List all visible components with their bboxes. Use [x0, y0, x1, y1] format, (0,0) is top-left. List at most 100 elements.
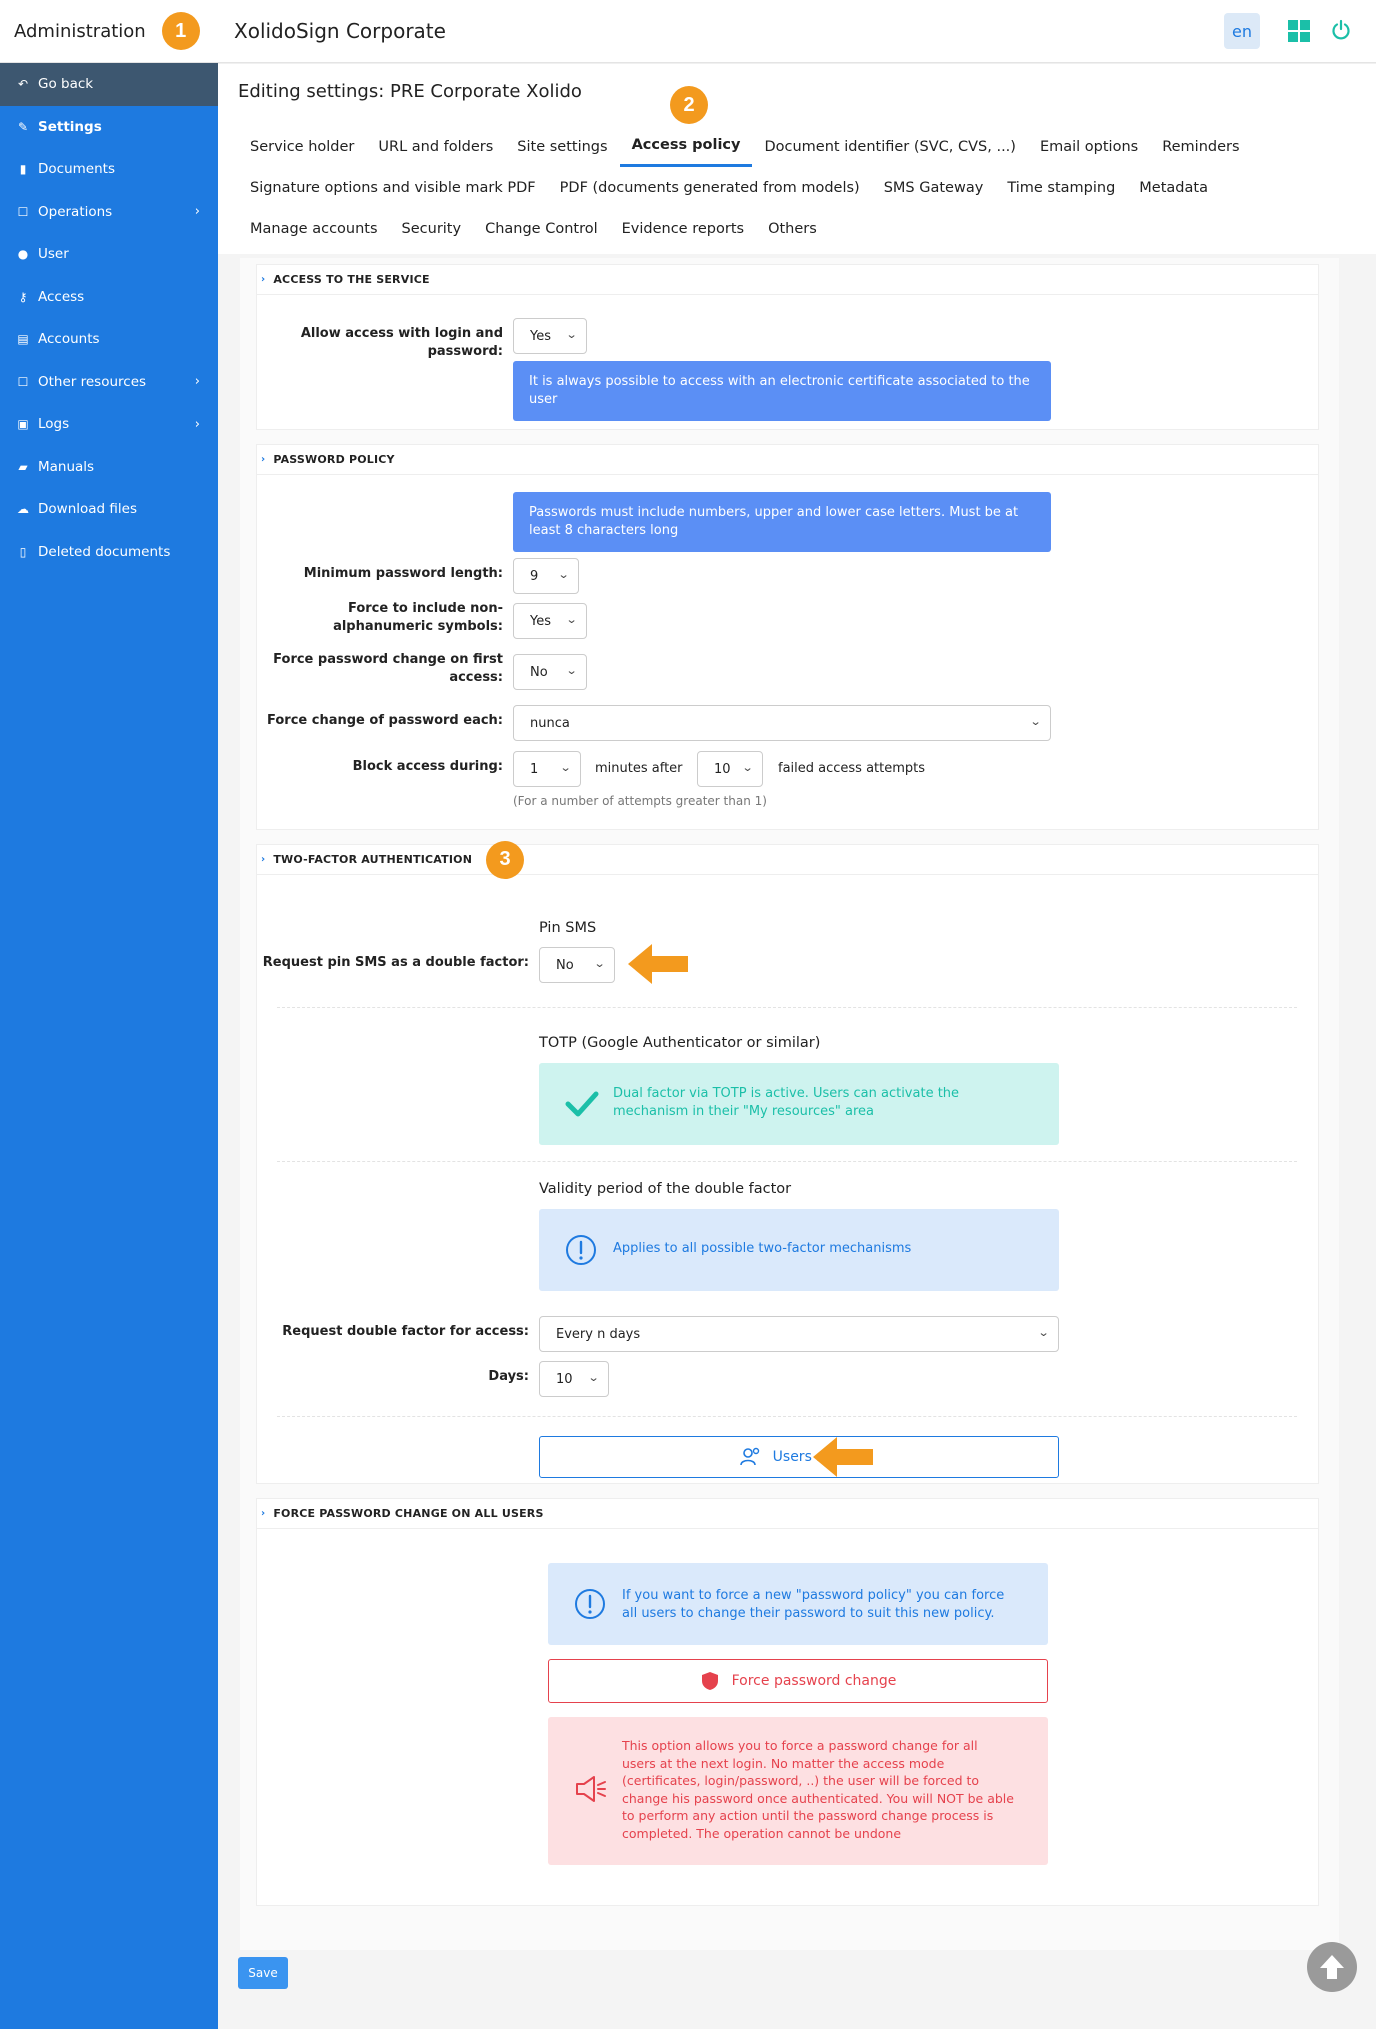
- tab-url-and-folders[interactable]: URL and folders: [366, 126, 505, 167]
- info-circle-icon: [575, 1589, 605, 1619]
- scroll-top-button[interactable]: [1307, 1942, 1357, 1992]
- settings-panel: › ACCESS TO THE SERVICE Allow access wit…: [240, 258, 1339, 1950]
- tab-change-control[interactable]: Change Control: [473, 208, 610, 249]
- tab-email-options[interactable]: Email options: [1028, 126, 1150, 167]
- apps-grid-icon[interactable]: [1288, 20, 1310, 42]
- block-access-label: Block access during:: [352, 759, 503, 774]
- sidebar-item-access[interactable]: ⚷ Access: [0, 276, 218, 319]
- sidebar-item-documents[interactable]: ▮ Documents: [0, 148, 218, 191]
- section-header[interactable]: › FORCE PASSWORD CHANGE ON ALL USERS: [257, 1499, 1318, 1529]
- first-access-label: Force password change on first access:: [273, 652, 503, 685]
- pin-sms-select[interactable]: No ⌄: [539, 947, 615, 983]
- check-icon: [565, 1091, 599, 1117]
- save-button[interactable]: Save: [238, 1957, 288, 1989]
- chevron-right-icon: ›: [194, 416, 200, 432]
- select-value: 10: [714, 761, 731, 777]
- force-warning-text: This option allows you to force a passwo…: [622, 1738, 1014, 1841]
- days-select[interactable]: 10 ⌄: [539, 1361, 609, 1397]
- sidebar-item-go-back[interactable]: ↶ Go back: [0, 63, 218, 106]
- select-value: 9: [530, 568, 539, 584]
- select-value: nunca: [530, 715, 570, 731]
- sidebar-item-download-files[interactable]: ☁ Download files: [0, 488, 218, 531]
- top-bar: XolidoSign Corporate en: [218, 0, 1376, 63]
- sidebar-item-other-resources[interactable]: ☐ Other resources ›: [0, 361, 218, 404]
- force-warning-box: This option allows you to force a passwo…: [548, 1717, 1048, 1865]
- tab-signature-options[interactable]: Signature options and visible mark PDF: [238, 167, 548, 208]
- tab-service-holder[interactable]: Service holder: [238, 126, 366, 167]
- caret-icon: ›: [261, 1508, 266, 1519]
- sidebar-item-label: Manuals: [38, 458, 95, 475]
- tab-others[interactable]: Others: [756, 208, 829, 249]
- totp-title: TOTP (Google Authenticator or similar): [539, 1035, 821, 1051]
- users-status-button[interactable]: Users status: [539, 1436, 1059, 1478]
- section-title: FORCE PASSWORD CHANGE ON ALL USERS: [273, 1507, 544, 1520]
- book-icon: ▰: [18, 459, 28, 474]
- sidebar-item-operations[interactable]: ☐ Operations ›: [0, 191, 218, 234]
- tab-sms-gateway[interactable]: SMS Gateway: [872, 167, 996, 208]
- sidebar-item-accounts[interactable]: ▤ Accounts: [0, 318, 218, 361]
- sidebar-item-logs[interactable]: ▣ Logs ›: [0, 403, 218, 446]
- page-title: Editing settings: PRE Corporate Xolido: [218, 64, 1376, 118]
- password-rules-info-box: Passwords must include numbers, upper an…: [513, 492, 1051, 552]
- section-header[interactable]: › PASSWORD POLICY: [257, 445, 1318, 475]
- select-value: 10: [556, 1371, 573, 1387]
- id-card-icon: ▤: [17, 332, 29, 347]
- select-value: No: [556, 957, 574, 973]
- tab-metadata[interactable]: Metadata: [1127, 167, 1220, 208]
- failed-attempts-select[interactable]: 10 ⌄: [697, 751, 763, 787]
- chevron-down-icon: ⌄: [1029, 715, 1042, 728]
- sidebar-item-settings[interactable]: ✎ Settings: [0, 106, 218, 149]
- request-double-factor-select[interactable]: Every n days ⌄: [539, 1316, 1059, 1352]
- trash-icon: ▯: [19, 544, 27, 559]
- sidebar-item-label: Deleted documents: [38, 543, 171, 560]
- chevron-right-icon: ›: [194, 374, 200, 390]
- language-button[interactable]: en: [1224, 13, 1260, 49]
- non-alphanumeric-select[interactable]: Yes ⌄: [513, 603, 587, 639]
- tab-access-policy[interactable]: Access policy: [619, 126, 753, 167]
- sidebar-item-manuals[interactable]: ▰ Manuals: [0, 446, 218, 489]
- change-each-select[interactable]: nunca ⌄: [513, 705, 1051, 741]
- tab-reminders[interactable]: Reminders: [1150, 126, 1251, 167]
- sidebar-item-deleted-documents[interactable]: ▯ Deleted documents: [0, 531, 218, 574]
- sidebar-title: Administration: [14, 20, 146, 42]
- block-minutes-select[interactable]: 1 ⌄: [513, 751, 581, 787]
- app-title: XolidoSign Corporate: [234, 19, 446, 43]
- section-header[interactable]: › ACCESS TO THE SERVICE: [257, 265, 1318, 295]
- allow-login-select[interactable]: Yes ⌄: [513, 318, 587, 354]
- sidebar-item-label: Access: [38, 288, 85, 305]
- section-access-service: › ACCESS TO THE SERVICE Allow access wit…: [256, 264, 1319, 430]
- sidebar-item-label: Go back: [38, 76, 94, 93]
- arrow-left-icon: [813, 1437, 873, 1477]
- main-content: Editing settings: PRE Corporate Xolido 2…: [218, 64, 1376, 254]
- chevron-down-icon: ⌄: [593, 957, 606, 970]
- tab-evidence-reports[interactable]: Evidence reports: [610, 208, 756, 249]
- sidebar: Administration 1 ↶ Go back ✎ Settings ▮ …: [0, 0, 218, 2029]
- chevron-down-icon: ⌄: [557, 568, 570, 581]
- allow-login-label: Allow access with login and password:: [300, 326, 503, 359]
- force-password-change-button[interactable]: Force password change: [548, 1659, 1048, 1703]
- tab-security[interactable]: Security: [390, 208, 474, 249]
- tab-pdf-models[interactable]: PDF (documents generated from models): [548, 167, 872, 208]
- totp-info-text: Dual factor via TOTP is active. Users ca…: [613, 1086, 960, 1119]
- min-length-select[interactable]: 9 ⌄: [513, 558, 579, 594]
- sidebar-item-user[interactable]: ● User: [0, 233, 218, 276]
- tab-time-stamping[interactable]: Time stamping: [995, 167, 1127, 208]
- sidebar-item-label: Other resources: [38, 373, 147, 390]
- chevron-down-icon: ⌄: [565, 328, 578, 341]
- arrow-up-icon: [1320, 1955, 1344, 1979]
- tab-site-settings[interactable]: Site settings: [505, 126, 619, 167]
- step-badge-1: 1: [161, 12, 200, 50]
- file-icon: ▮: [19, 162, 27, 177]
- validity-info-box: Applies to all possible two-factor mecha…: [539, 1209, 1059, 1291]
- log-icon: ▣: [17, 417, 29, 432]
- sidebar-item-label: Settings: [38, 118, 102, 135]
- section-password-policy: › PASSWORD POLICY Passwords must include…: [256, 444, 1319, 830]
- divider: [277, 1007, 1297, 1008]
- tab-document-identifier[interactable]: Document identifier (SVC, CVS, ...): [752, 126, 1027, 167]
- first-access-select[interactable]: No ⌄: [513, 654, 587, 690]
- chevron-down-icon: ⌄: [741, 761, 754, 774]
- section-header[interactable]: › TWO-FACTOR AUTHENTICATION 3: [257, 840, 1318, 879]
- power-icon[interactable]: [1330, 19, 1352, 41]
- tab-manage-accounts[interactable]: Manage accounts: [238, 208, 390, 249]
- sidebar-item-label: Accounts: [38, 331, 100, 348]
